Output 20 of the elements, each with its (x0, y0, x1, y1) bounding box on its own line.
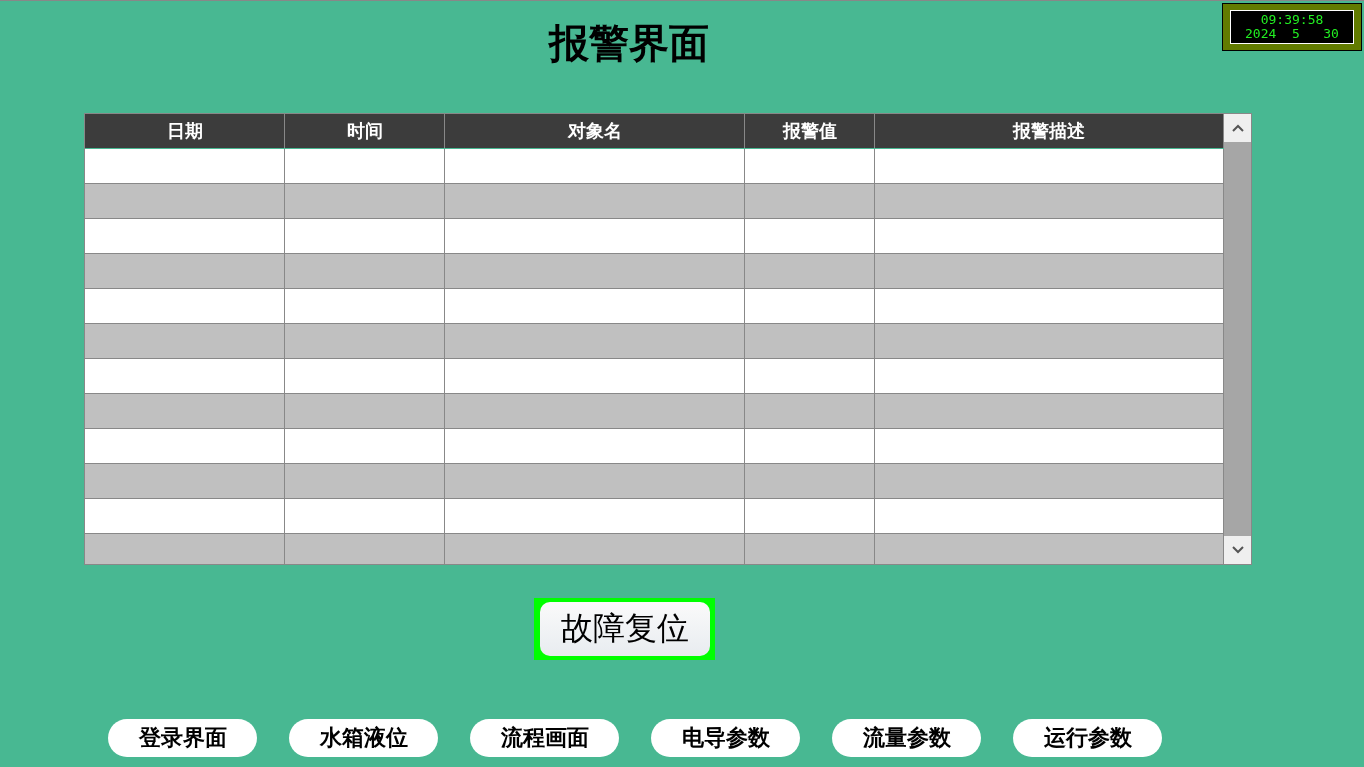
nav-button[interactable]: 流程画面 (470, 719, 619, 757)
column-header: 日期 (85, 114, 285, 148)
nav-button[interactable]: 电导参数 (651, 719, 800, 757)
nav-button[interactable]: 水箱液位 (289, 719, 438, 757)
scroll-up-button[interactable] (1224, 114, 1251, 142)
clock-date: 2024 5 30 (1245, 27, 1339, 41)
nav-button[interactable]: 登录界面 (108, 719, 257, 757)
column-header: 对象名 (445, 114, 745, 148)
page-title: 报警界面 (549, 19, 709, 67)
clock-time: 09:39:58 (1260, 13, 1324, 27)
scroll-down-button[interactable] (1224, 536, 1251, 564)
chevron-down-icon (1231, 546, 1244, 554)
fault-reset-button[interactable]: 故障复位 (539, 602, 710, 656)
scrollbar[interactable] (1224, 114, 1251, 564)
column-header: 报警描述 (875, 114, 1224, 148)
chevron-up-icon (1231, 124, 1244, 132)
column-header: 时间 (285, 114, 445, 148)
nav-button[interactable]: 运行参数 (1013, 719, 1162, 757)
nav-button[interactable]: 流量参数 (832, 719, 981, 757)
column-header: 报警值 (745, 114, 875, 148)
